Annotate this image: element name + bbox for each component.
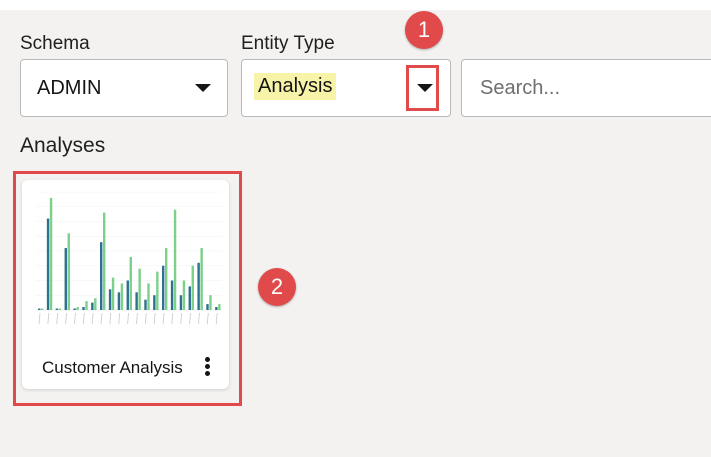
entity-type-label: Entity Type (241, 33, 335, 54)
chevron-down-icon[interactable] (195, 84, 211, 92)
highlight-box-2 (13, 171, 242, 406)
section-title: Analyses (20, 134, 106, 157)
callout-badge-2: 2 (258, 268, 296, 306)
highlight-box-1 (406, 65, 439, 111)
search-field[interactable] (461, 59, 711, 117)
callout-badge-1: 1 (405, 11, 443, 49)
entity-type-value: Analysis (254, 73, 337, 100)
schema-select[interactable]: ADMIN (20, 59, 228, 117)
top-strip (0, 0, 711, 10)
schema-label: Schema (20, 33, 90, 54)
schema-value: ADMIN (37, 77, 102, 99)
search-input[interactable] (478, 76, 702, 101)
